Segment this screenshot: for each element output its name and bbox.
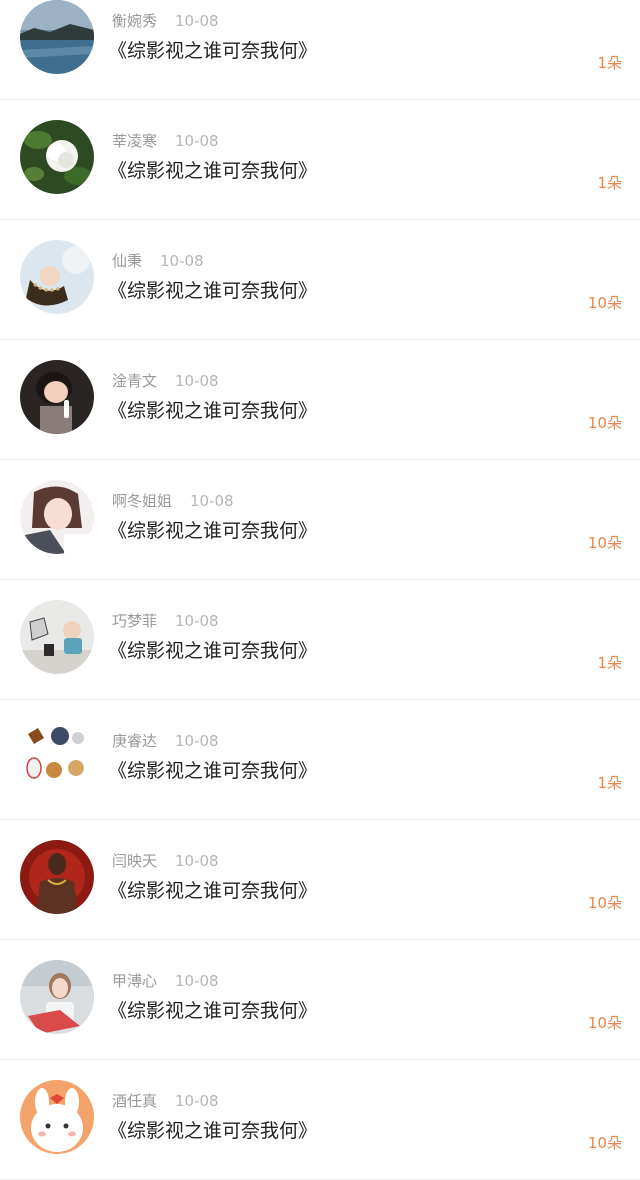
item-date: 10-08	[175, 12, 219, 30]
book-title[interactable]: 《综影视之谁可奈我何》	[108, 516, 317, 543]
item-date: 10-08	[175, 612, 219, 630]
list-item[interactable]: 衡婉秀 10-08 《综影视之谁可奈我何》 1朵	[0, 0, 640, 100]
item-meta: 巧梦菲 10-08	[112, 610, 219, 631]
item-meta: 啊冬姐姐 10-08	[112, 490, 234, 511]
user-name[interactable]: 仙秉	[112, 252, 142, 270]
flower-count: 1朵	[597, 654, 622, 672]
woman-selfie-avatar[interactable]	[20, 480, 94, 554]
user-name[interactable]: 衡婉秀	[112, 12, 157, 30]
book-title[interactable]: 《综影视之谁可奈我何》	[108, 396, 317, 423]
book-title[interactable]: 《综影视之谁可奈我何》	[108, 636, 317, 663]
flower-count: 10朵	[587, 894, 622, 912]
item-date: 10-08	[175, 852, 219, 870]
man-red-background-avatar[interactable]	[20, 840, 94, 914]
user-name[interactable]: 甲溥心	[112, 972, 157, 990]
gift-list: 衡婉秀 10-08 《综影视之谁可奈我何》 1朵 莘凌寒 10-08 《综影视之谁可…	[0, 0, 640, 1180]
list-item[interactable]: 酒任真 10-08 《综影视之谁可奈我何》 10朵	[0, 1060, 640, 1180]
user-name[interactable]: 巧梦菲	[112, 612, 157, 630]
book-title[interactable]: 《综影视之谁可奈我何》	[108, 156, 317, 183]
item-date: 10-08	[175, 132, 219, 150]
item-meta: 闫映天 10-08	[112, 850, 219, 871]
person-scarf-avatar[interactable]	[20, 240, 94, 314]
list-item[interactable]: 啊冬姐姐 10-08 《综影视之谁可奈我何》 10朵	[0, 460, 640, 580]
cartoon-bunny-avatar[interactable]	[20, 1080, 94, 1154]
item-date: 10-08	[175, 372, 219, 390]
list-item[interactable]: 莘凌寒 10-08 《综影视之谁可奈我何》 1朵	[0, 100, 640, 220]
white-flower-avatar[interactable]	[20, 120, 94, 194]
list-item[interactable]: 庚睿达 10-08 《综影视之谁可奈我何》 1朵	[0, 700, 640, 820]
cartoon-animals-avatar[interactable]	[20, 720, 94, 794]
book-title[interactable]: 《综影视之谁可奈我何》	[108, 756, 317, 783]
item-date: 10-08	[175, 1092, 219, 1110]
item-meta: 甲溥心 10-08	[112, 970, 219, 991]
item-date: 10-08	[175, 732, 219, 750]
user-name[interactable]: 淦青文	[112, 372, 157, 390]
user-name[interactable]: 莘凌寒	[112, 132, 157, 150]
flower-count: 1朵	[597, 774, 622, 792]
book-title[interactable]: 《综影视之谁可奈我何》	[108, 996, 317, 1023]
list-item[interactable]: 巧梦菲 10-08 《综影视之谁可奈我何》 1朵	[0, 580, 640, 700]
list-item[interactable]: 甲溥心 10-08 《综影视之谁可奈我何》 10朵	[0, 940, 640, 1060]
list-item[interactable]: 闫映天 10-08 《综影视之谁可奈我何》 10朵	[0, 820, 640, 940]
list-item[interactable]: 淦青文 10-08 《综影视之谁可奈我何》 10朵	[0, 340, 640, 460]
flower-count: 10朵	[587, 1134, 622, 1152]
item-meta: 酒任真 10-08	[112, 1090, 219, 1111]
flower-count: 1朵	[597, 54, 622, 72]
flower-count: 10朵	[587, 534, 622, 552]
flower-count: 10朵	[587, 414, 622, 432]
book-title[interactable]: 《综影视之谁可奈我何》	[108, 1116, 317, 1143]
book-title[interactable]: 《综影视之谁可奈我何》	[108, 36, 317, 63]
flower-count: 10朵	[587, 1014, 622, 1032]
user-name[interactable]: 啊冬姐姐	[112, 492, 172, 510]
book-title[interactable]: 《综影视之谁可奈我何》	[108, 276, 317, 303]
toddler-avatar[interactable]	[20, 600, 94, 674]
item-date: 10-08	[190, 492, 234, 510]
item-meta: 庚睿达 10-08	[112, 730, 219, 751]
item-date: 10-08	[160, 252, 204, 270]
item-meta: 仙秉 10-08	[112, 250, 204, 271]
item-meta: 莘凌寒 10-08	[112, 130, 219, 151]
item-meta: 淦青文 10-08	[112, 370, 219, 391]
lake-landscape-avatar[interactable]	[20, 0, 94, 74]
item-meta: 衡婉秀 10-08	[112, 10, 219, 31]
flower-count: 10朵	[587, 294, 622, 312]
user-name[interactable]: 庚睿达	[112, 732, 157, 750]
child-photo-avatar[interactable]	[20, 360, 94, 434]
user-name[interactable]: 酒任真	[112, 1092, 157, 1110]
book-title[interactable]: 《综影视之谁可奈我何》	[108, 876, 317, 903]
list-item[interactable]: 仙秉 10-08 《综影视之谁可奈我何》 10朵	[0, 220, 640, 340]
flower-count: 1朵	[597, 174, 622, 192]
user-name[interactable]: 闫映天	[112, 852, 157, 870]
item-date: 10-08	[175, 972, 219, 990]
girl-photo-avatar[interactable]	[20, 960, 94, 1034]
